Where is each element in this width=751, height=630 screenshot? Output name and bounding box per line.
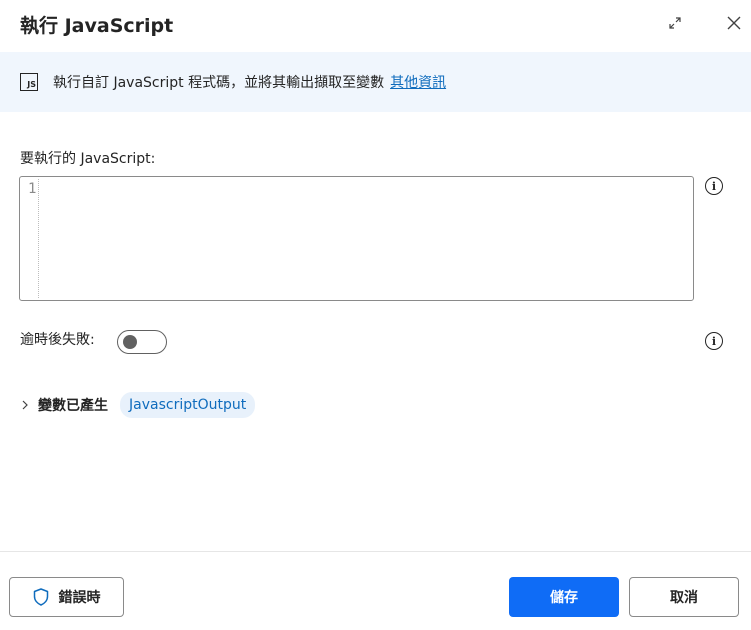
variable-chip[interactable]: JavascriptOutput	[120, 392, 256, 418]
banner-text: 執行自訂 JavaScript 程式碼，並將其輸出擷取至變數	[53, 75, 385, 91]
learn-more-link[interactable]: 其他資訊	[390, 72, 446, 92]
expand-button[interactable]	[664, 12, 686, 34]
info-banner: JS 執行自訂 JavaScript 程式碼，並將其輸出擷取至變數 其他資訊	[0, 52, 751, 112]
js-file-icon: JS	[20, 73, 38, 91]
shield-icon	[33, 588, 48, 606]
line-number: 1	[28, 181, 37, 197]
dialog-title: 執行 JavaScript	[20, 15, 174, 37]
cancel-button[interactable]: 取消	[629, 577, 739, 617]
gutter-divider	[38, 179, 39, 298]
toggle-knob	[123, 335, 137, 349]
timeout-toggle[interactable]	[117, 330, 167, 354]
on-error-button[interactable]: 錯誤時	[9, 577, 124, 617]
variables-produced-row: 變數已產生 JavascriptOutput	[18, 392, 256, 418]
on-error-label: 錯誤時	[58, 590, 101, 606]
script-field-label: 要執行的 JavaScript:	[20, 151, 156, 167]
javascript-code-editor[interactable]: 1	[19, 176, 694, 301]
timeout-label: 逾時後失敗:	[20, 332, 95, 348]
expand-icon	[669, 17, 681, 29]
close-button[interactable]	[723, 12, 745, 34]
cancel-label: 取消	[670, 590, 698, 606]
close-icon	[727, 16, 741, 30]
timeout-info-icon[interactable]: i	[705, 332, 723, 350]
save-button[interactable]: 儲存	[509, 577, 619, 617]
save-label: 儲存	[550, 590, 578, 606]
footer-divider	[0, 551, 751, 552]
script-info-icon[interactable]: i	[705, 177, 723, 195]
chevron-right-icon[interactable]	[18, 398, 32, 412]
variables-label: 變數已產生	[38, 398, 108, 414]
